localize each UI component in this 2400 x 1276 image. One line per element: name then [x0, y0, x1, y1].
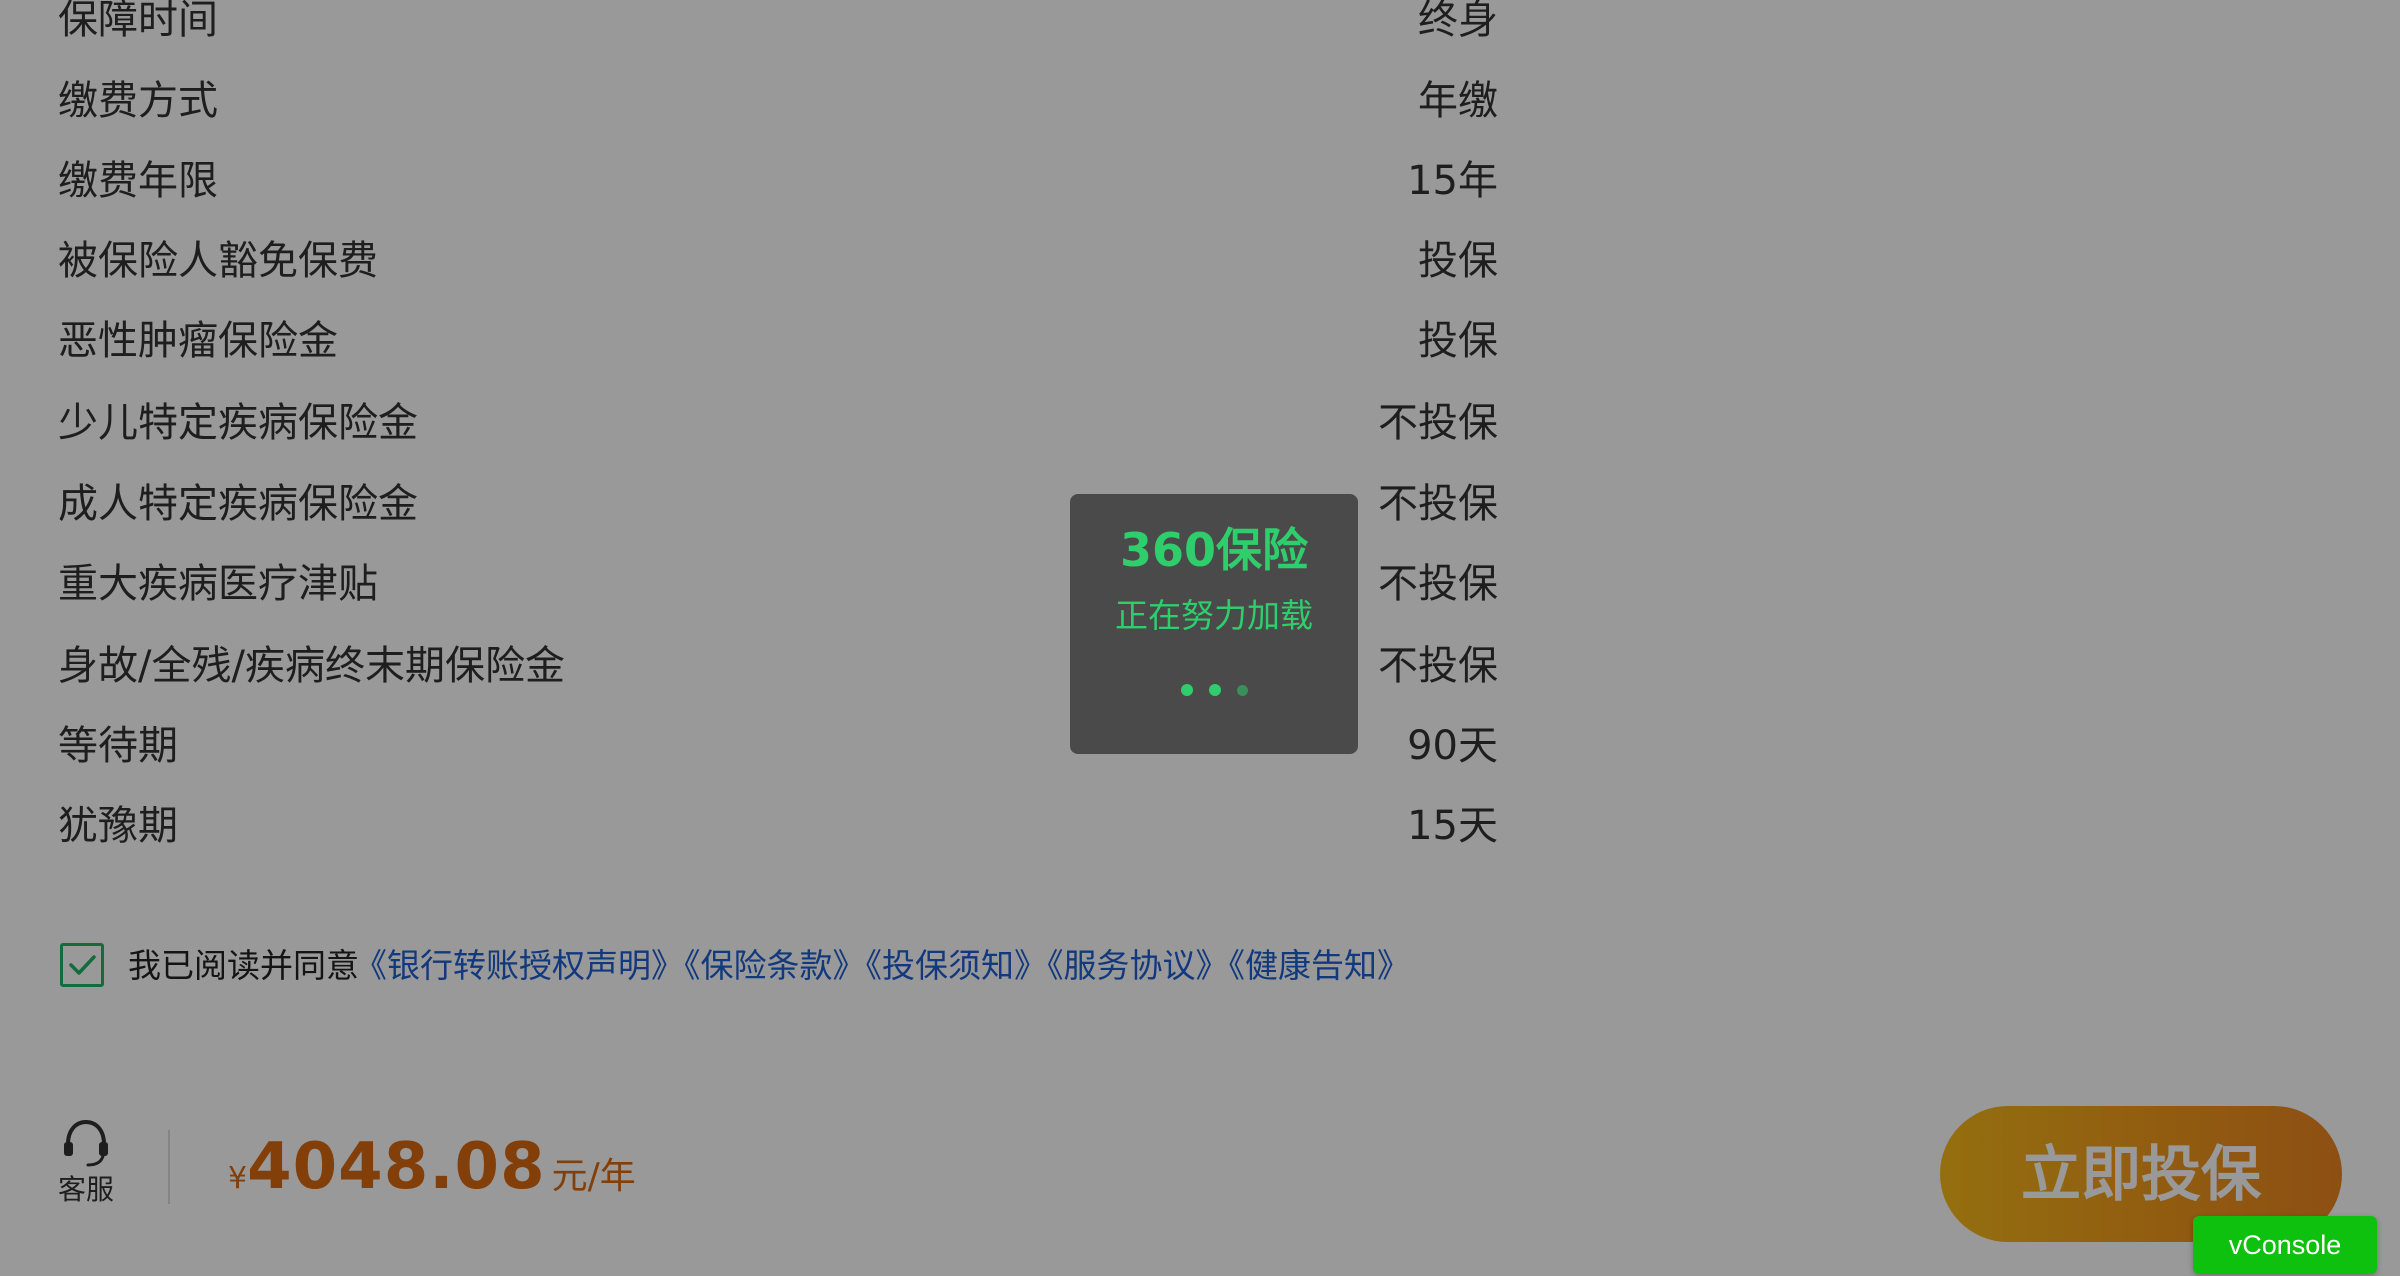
vconsole-button[interactable]: vConsole: [2193, 1216, 2377, 1274]
loading-brand: 360保险: [1119, 523, 1309, 577]
loading-dots: [1070, 684, 1358, 700]
loading-dot: [1180, 684, 1193, 696]
loading-dot: [1236, 685, 1248, 696]
loading-message: 正在努力加载: [1115, 596, 1313, 635]
loading-toast: 360保险 正在努力加载: [1070, 494, 1358, 754]
loading-dot: [1208, 684, 1221, 696]
